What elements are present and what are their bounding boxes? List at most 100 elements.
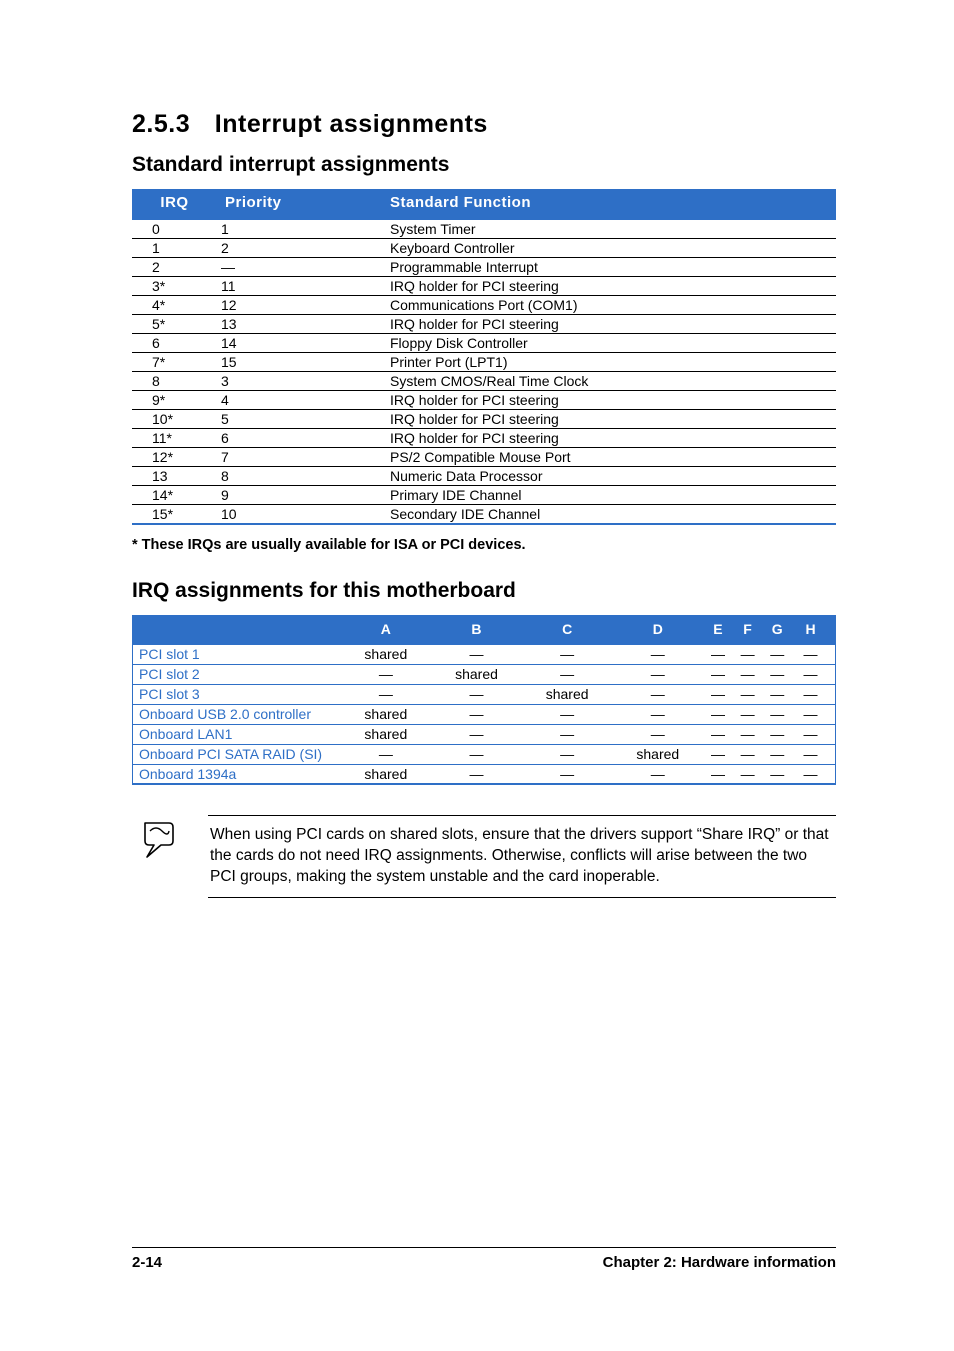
cell-priority: 1 xyxy=(217,219,382,239)
cell-value: — xyxy=(522,644,613,664)
cell-function: Communications Port (COM1) xyxy=(382,296,836,315)
table-row: 12*7PS/2 Compatible Mouse Port xyxy=(132,448,836,467)
cell-value: shared xyxy=(612,744,703,764)
cell-function: Printer Port (LPT1) xyxy=(382,353,836,372)
cell-device: Onboard LAN1 xyxy=(133,724,341,744)
cell-value: shared xyxy=(431,664,522,684)
cell-value: — xyxy=(612,724,703,744)
cell-value: shared xyxy=(341,764,432,784)
cell-value: — xyxy=(612,644,703,664)
cell-priority: 10 xyxy=(217,505,382,525)
cell-function: IRQ holder for PCI steering xyxy=(382,429,836,448)
cell-value: — xyxy=(762,704,792,724)
table-row: 15*10Secondary IDE Channel xyxy=(132,505,836,525)
cell-irq: 11* xyxy=(132,429,217,448)
cell-function: System CMOS/Real Time Clock xyxy=(382,372,836,391)
cell-function: Numeric Data Processor xyxy=(382,467,836,486)
chapter-label: Chapter 2: Hardware information xyxy=(603,1254,836,1271)
cell-priority: 2 xyxy=(217,239,382,258)
col-irq: IRQ xyxy=(132,189,217,219)
page-number: 2-14 xyxy=(132,1254,162,1271)
cell-value: — xyxy=(703,684,733,704)
table-row: 14*9Primary IDE Channel xyxy=(132,486,836,505)
cell-irq: 13 xyxy=(132,467,217,486)
cell-device: Onboard 1394a xyxy=(133,764,341,784)
section-number: 2.5.3 xyxy=(132,110,190,139)
cell-value: — xyxy=(703,744,733,764)
cell-value: — xyxy=(522,704,613,724)
table-row: 4*12Communications Port (COM1) xyxy=(132,296,836,315)
cell-value: — xyxy=(733,724,763,744)
cell-value: — xyxy=(703,764,733,784)
cell-value: — xyxy=(733,684,763,704)
col-device xyxy=(133,615,341,644)
table-row: PCI slot 1shared——————— xyxy=(133,644,836,664)
cell-value: — xyxy=(792,724,835,744)
cell-value: — xyxy=(431,704,522,724)
table-row: 9*4IRQ holder for PCI steering xyxy=(132,391,836,410)
cell-function: PS/2 Compatible Mouse Port xyxy=(382,448,836,467)
cell-value: — xyxy=(612,664,703,684)
table-row: 83System CMOS/Real Time Clock xyxy=(132,372,836,391)
subheading-standard: Standard interrupt assignments xyxy=(132,153,836,177)
cell-irq: 5* xyxy=(132,315,217,334)
cell-value: — xyxy=(341,744,432,764)
cell-priority: — xyxy=(217,258,382,277)
table-row: 11*6IRQ holder for PCI steering xyxy=(132,429,836,448)
cell-function: IRQ holder for PCI steering xyxy=(382,410,836,429)
cell-device: PCI slot 1 xyxy=(133,644,341,664)
col-g: G xyxy=(762,615,792,644)
cell-irq: 10* xyxy=(132,410,217,429)
cell-value: — xyxy=(733,644,763,664)
cell-value: — xyxy=(762,724,792,744)
cell-priority: 5 xyxy=(217,410,382,429)
cell-value: — xyxy=(792,704,835,724)
cell-irq: 1 xyxy=(132,239,217,258)
cell-device: PCI slot 3 xyxy=(133,684,341,704)
cell-value: — xyxy=(792,664,835,684)
cell-function: Secondary IDE Channel xyxy=(382,505,836,525)
cell-irq: 6 xyxy=(132,334,217,353)
note-box: When using PCI cards on shared slots, en… xyxy=(132,815,836,898)
cell-function: IRQ holder for PCI steering xyxy=(382,391,836,410)
section-title: Interrupt assignments xyxy=(215,110,488,138)
table-row: Onboard USB 2.0 controllershared——————— xyxy=(133,704,836,724)
cell-value: shared xyxy=(341,724,432,744)
cell-function: Primary IDE Channel xyxy=(382,486,836,505)
col-e: E xyxy=(703,615,733,644)
cell-irq: 3* xyxy=(132,277,217,296)
cell-value: — xyxy=(762,664,792,684)
cell-value: — xyxy=(522,764,613,784)
cell-value: — xyxy=(762,644,792,664)
cell-priority: 14 xyxy=(217,334,382,353)
col-function: Standard Function xyxy=(382,189,836,219)
table-row: 3*11IRQ holder for PCI steering xyxy=(132,277,836,296)
cell-value: — xyxy=(733,664,763,684)
cell-priority: 4 xyxy=(217,391,382,410)
subheading-motherboard: IRQ assignments for this motherboard xyxy=(132,579,836,603)
cell-irq: 14* xyxy=(132,486,217,505)
cell-value: — xyxy=(431,644,522,664)
table-row: 7*15Printer Port (LPT1) xyxy=(132,353,836,372)
col-a: A xyxy=(341,615,432,644)
cell-value: — xyxy=(792,744,835,764)
table-row: 5*13IRQ holder for PCI steering xyxy=(132,315,836,334)
cell-value: — xyxy=(733,744,763,764)
col-priority: Priority xyxy=(217,189,382,219)
cell-value: — xyxy=(431,724,522,744)
cell-priority: 3 xyxy=(217,372,382,391)
cell-value: — xyxy=(762,744,792,764)
cell-value: — xyxy=(341,684,432,704)
cell-priority: 9 xyxy=(217,486,382,505)
cell-irq: 9* xyxy=(132,391,217,410)
page-footer: 2-14 Chapter 2: Hardware information xyxy=(132,1247,836,1271)
table-row: Onboard 1394ashared——————— xyxy=(133,764,836,784)
section-heading: 2.5.3 Interrupt assignments xyxy=(132,110,836,139)
cell-value: — xyxy=(703,664,733,684)
cell-value: — xyxy=(431,684,522,704)
cell-priority: 13 xyxy=(217,315,382,334)
table-row: 10*5IRQ holder for PCI steering xyxy=(132,410,836,429)
cell-irq: 2 xyxy=(132,258,217,277)
cell-priority: 8 xyxy=(217,467,382,486)
note-text: When using PCI cards on shared slots, en… xyxy=(208,815,836,898)
